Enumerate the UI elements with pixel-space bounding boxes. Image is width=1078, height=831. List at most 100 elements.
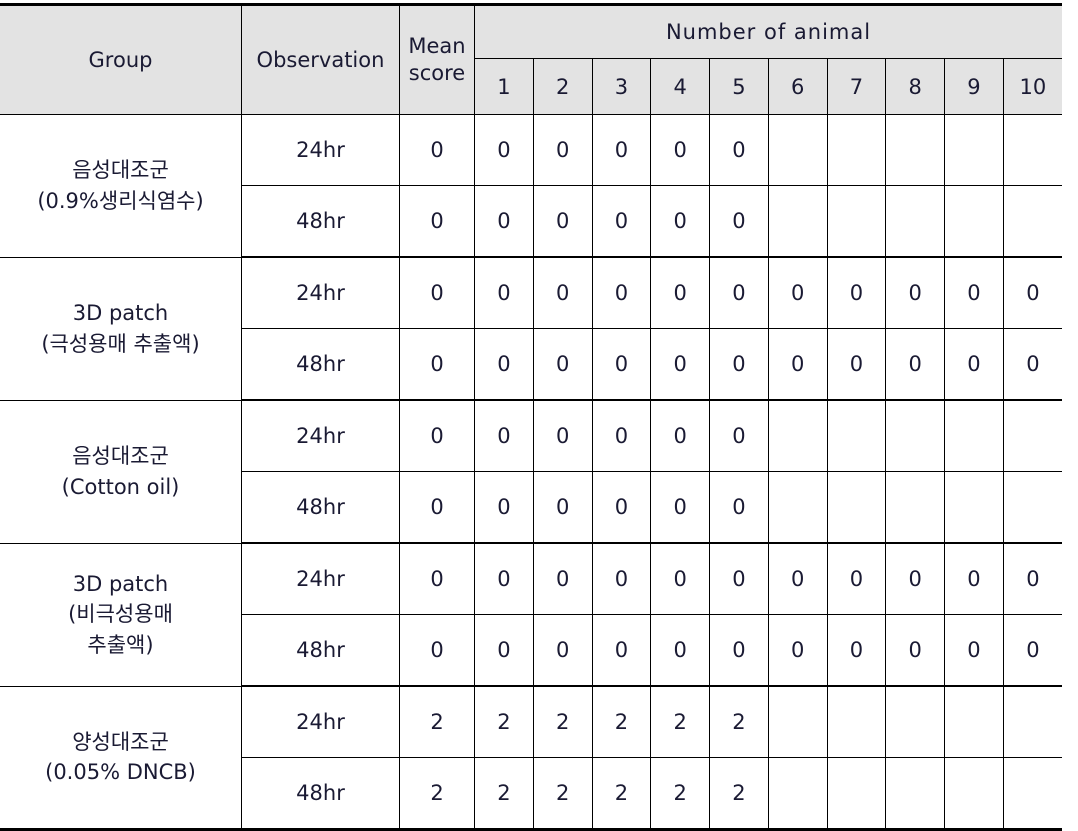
animal-score-cell: 0 — [650, 114, 710, 186]
animal-score-cell: 0 — [532, 399, 593, 472]
column-header-animal-9: 9 — [944, 58, 1004, 115]
animal-score-cell: 0 — [767, 256, 828, 329]
animal-score-cell: 0 — [1002, 256, 1062, 329]
animal-score-cell: 0 — [1002, 328, 1062, 401]
animal-score-cell — [885, 471, 945, 544]
mean-score-cell: 0 — [399, 399, 475, 472]
animal-score-cell — [767, 399, 828, 472]
animal-score-cell: 0 — [826, 614, 887, 687]
animal-score-cell: 2 — [709, 685, 769, 758]
animal-score-cell — [885, 685, 945, 758]
column-header-animal-4: 4 — [650, 58, 710, 115]
animal-score-cell: 2 — [591, 685, 652, 758]
animal-score-cell: 0 — [767, 542, 828, 615]
animal-score-cell: 0 — [650, 399, 710, 472]
animal-score-cell: 0 — [944, 542, 1004, 615]
animal-score-cell: 2 — [532, 685, 593, 758]
group-name-line: (극성용매 추출액) — [41, 331, 200, 356]
animal-score-cell — [826, 757, 887, 831]
table-header: Group Observation Mean score Number of a… — [0, 4, 1062, 115]
group-name-line: (비극성용매 — [68, 602, 173, 627]
animal-score-cell: 2 — [709, 757, 769, 831]
table-container: Group Observation Mean score Number of a… — [0, 3, 1078, 831]
animal-score-cell: 0 — [532, 614, 593, 687]
animal-score-cell — [944, 685, 1004, 758]
animal-score-cell — [885, 399, 945, 472]
column-header-animal-10: 10 — [1002, 58, 1062, 115]
animal-score-cell — [1002, 757, 1062, 831]
mean-score-cell: 0 — [399, 614, 475, 687]
animal-score-cell: 0 — [650, 542, 710, 615]
animal-score-cell: 0 — [944, 614, 1004, 687]
animal-score-cell: 2 — [532, 757, 593, 831]
group-name-cell: 3D patch (극성용매 추출액) — [0, 256, 242, 401]
animal-score-cell — [944, 757, 1004, 831]
animal-score-cell: 0 — [532, 328, 593, 401]
table-body: 음성대조군 (0.9%생리식염수) 24hr 0 0 0 0 0 0 48hr 0 0 0 0 0 0 3D p… — [0, 114, 1062, 831]
table-row: 음성대조군 (Cotton oil) 24hr 0 0 0 0 0 0 — [0, 399, 1062, 544]
observation-cell: 24hr — [241, 256, 400, 329]
animal-score-cell: 2 — [474, 685, 534, 758]
group-name-cell: 음성대조군 (Cotton oil) — [0, 399, 242, 544]
animal-score-cell — [826, 685, 887, 758]
group-name-line: 음성대조군 — [72, 158, 169, 183]
animal-score-cell: 0 — [709, 328, 769, 401]
observation-cell: 24hr — [241, 542, 400, 615]
mean-score-cell: 0 — [399, 185, 475, 258]
animal-score-cell: 0 — [474, 542, 534, 615]
animal-score-cell — [767, 685, 828, 758]
table-row: 양성대조군 (0.05% DNCB) 24hr 2 2 2 2 2 2 — [0, 685, 1062, 830]
table-row: 음성대조군 (0.9%생리식염수) 24hr 0 0 0 0 0 0 — [0, 114, 1062, 258]
animal-score-cell: 0 — [474, 399, 534, 472]
animal-score-cell: 0 — [591, 185, 652, 258]
animal-score-cell: 0 — [532, 471, 593, 544]
animal-score-cell — [944, 399, 1004, 472]
animal-score-cell: 0 — [591, 256, 652, 329]
mean-score-line-1: Mean — [408, 34, 466, 59]
mean-score-line-2: score — [408, 61, 466, 85]
observation-cell: 24hr — [241, 685, 400, 758]
animal-score-cell — [767, 757, 828, 831]
animal-score-cell — [944, 114, 1004, 186]
group-name-line: (Cotton oil) — [61, 474, 180, 499]
animal-score-cell — [767, 114, 828, 186]
group-name-line: 3D patch — [72, 301, 169, 326]
animal-score-cell: 2 — [474, 757, 534, 831]
observation-cell: 48hr — [241, 757, 400, 831]
observation-cell: 24hr — [241, 114, 400, 186]
observation-cell: 24hr — [241, 399, 400, 472]
animal-score-cell: 0 — [474, 614, 534, 687]
animal-score-cell: 0 — [885, 256, 945, 329]
animal-score-cell: 0 — [650, 614, 710, 687]
group-name-line: 추출액) — [87, 632, 154, 657]
column-header-animal-2: 2 — [532, 58, 593, 115]
observation-cell: 48hr — [241, 614, 400, 687]
group-name-cell: 양성대조군 (0.05% DNCB) — [0, 685, 242, 830]
animal-score-cell: 0 — [532, 542, 593, 615]
group-name-cell: 3D patch (비극성용매 추출액) — [0, 542, 242, 687]
animal-score-cell: 0 — [474, 114, 534, 186]
column-header-animal-6: 6 — [767, 58, 828, 115]
observation-cell: 48hr — [241, 471, 400, 544]
group-name-line: 양성대조군 — [72, 729, 169, 754]
column-header-animal-3: 3 — [591, 58, 652, 115]
animal-score-cell: 0 — [826, 256, 887, 329]
animal-score-cell: 0 — [591, 399, 652, 472]
animal-score-cell: 0 — [474, 256, 534, 329]
group-name-cell: 음성대조군 (0.9%생리식염수) — [0, 114, 242, 258]
animal-score-cell — [1002, 399, 1062, 472]
mean-score-cell: 0 — [399, 542, 475, 615]
animal-score-cell: 2 — [650, 685, 710, 758]
animal-score-cell: 0 — [885, 614, 945, 687]
animal-score-cell — [826, 399, 887, 472]
column-header-number-of-animal: Number of animal — [474, 4, 1062, 59]
animal-score-cell: 0 — [474, 185, 534, 258]
animal-score-cell — [1002, 685, 1062, 758]
observation-cell: 48hr — [241, 328, 400, 401]
mean-score-cell: 0 — [399, 471, 475, 544]
animal-score-cell: 0 — [944, 256, 1004, 329]
column-header-group: Group — [0, 4, 242, 115]
mean-score-cell: 2 — [399, 757, 475, 831]
animal-score-cell: 0 — [826, 542, 887, 615]
mean-score-cell: 0 — [399, 328, 475, 401]
